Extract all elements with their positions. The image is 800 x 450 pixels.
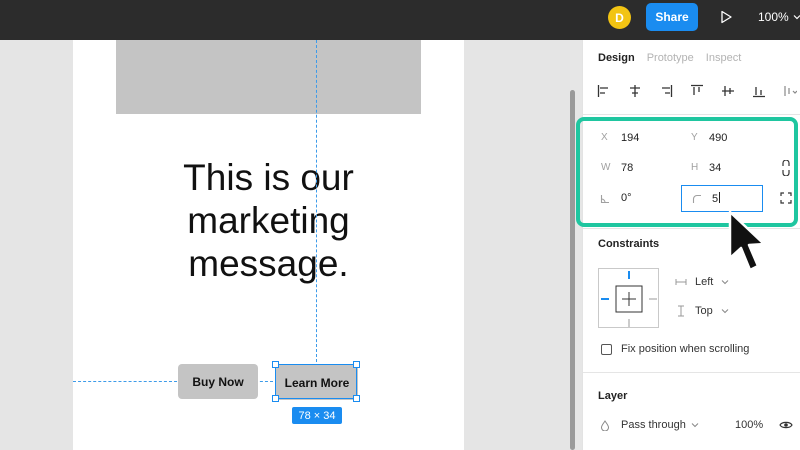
- opacity-field[interactable]: 100%: [735, 419, 763, 431]
- top-toolbar: D Share 100%: [0, 0, 800, 40]
- vertical-constraint-icon: [678, 305, 684, 317]
- align-vertical-center-icon[interactable]: [721, 84, 735, 98]
- chevron-down-icon: [721, 309, 729, 314]
- eye-icon[interactable]: [779, 420, 793, 430]
- image-placeholder[interactable]: [116, 40, 421, 114]
- chevron-down-icon: [691, 423, 699, 428]
- tab-inspect[interactable]: Inspect: [706, 52, 741, 64]
- canvas-scrollbar[interactable]: [570, 90, 575, 450]
- layer-title: Layer: [598, 390, 628, 402]
- constraint-diagram: [601, 271, 657, 327]
- share-button[interactable]: Share: [646, 3, 698, 31]
- chevron-down-icon: [793, 15, 800, 20]
- play-icon[interactable]: [719, 10, 733, 24]
- constraint-widget[interactable]: [598, 268, 659, 328]
- selection-box[interactable]: [272, 361, 360, 402]
- vertical-constraint-dropdown[interactable]: Top: [675, 305, 729, 317]
- panel-tabs: Design Prototype Inspect: [598, 52, 741, 64]
- resize-handle-top-left[interactable]: [272, 361, 279, 368]
- dimension-badge: 78 × 34: [292, 407, 342, 424]
- resize-handle-bottom-left[interactable]: [272, 395, 279, 402]
- constraints-title: Constraints: [598, 238, 660, 250]
- blend-mode-value: Pass through: [621, 419, 686, 431]
- align-right-icon[interactable]: [659, 84, 673, 98]
- headline-text[interactable]: This is our marketing message.: [73, 156, 464, 285]
- horizontal-constraint-icon: [675, 279, 687, 285]
- panel-divider: [583, 372, 800, 373]
- tab-prototype[interactable]: Prototype: [647, 52, 694, 64]
- alignment-toolbar: [597, 84, 797, 98]
- resize-handle-bottom-right[interactable]: [353, 395, 360, 402]
- fix-position-label: Fix position when scrolling: [621, 343, 750, 355]
- vertical-constraint-value: Top: [695, 305, 713, 317]
- zoom-level: 100%: [758, 10, 789, 24]
- align-left-icon[interactable]: [597, 84, 611, 98]
- mouse-cursor-icon: [728, 210, 766, 272]
- panel-divider: [583, 114, 800, 115]
- resize-handle-top-right[interactable]: [353, 361, 360, 368]
- align-horizontal-center-icon[interactable]: [628, 84, 642, 98]
- distribute-icon[interactable]: [783, 84, 797, 98]
- user-avatar[interactable]: D: [608, 6, 631, 29]
- horizontal-constraint-dropdown[interactable]: Left: [675, 276, 729, 288]
- tab-design[interactable]: Design: [598, 52, 635, 64]
- artboard-frame[interactable]: This is our marketing message. Buy Now L…: [73, 40, 464, 450]
- blend-mode-icon: [601, 420, 609, 431]
- horizontal-constraint-value: Left: [695, 276, 714, 288]
- buy-now-button[interactable]: Buy Now: [178, 364, 258, 399]
- fix-position-checkbox[interactable]: [601, 344, 612, 355]
- design-canvas[interactable]: This is our marketing message. Buy Now L…: [0, 40, 570, 450]
- align-top-icon[interactable]: [690, 84, 704, 98]
- align-bottom-icon[interactable]: [752, 84, 766, 98]
- vertical-guide: [316, 40, 317, 362]
- zoom-dropdown[interactable]: 100%: [758, 10, 800, 24]
- blend-mode-dropdown[interactable]: Pass through: [621, 419, 699, 431]
